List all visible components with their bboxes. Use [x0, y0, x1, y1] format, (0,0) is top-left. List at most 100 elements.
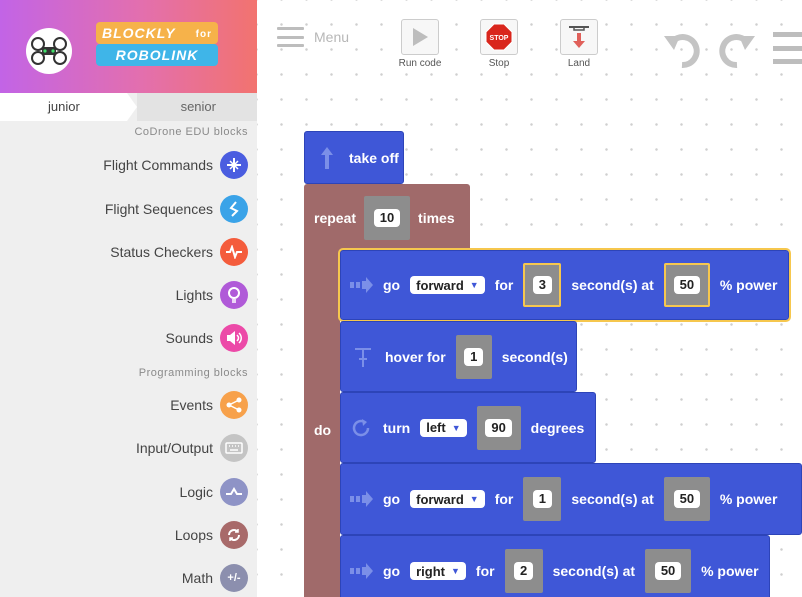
right-arrow-icon: [349, 559, 373, 583]
rotate-icon: [349, 416, 373, 440]
logo-for-text: for: [195, 29, 212, 40]
tab-senior[interactable]: senior: [137, 93, 257, 121]
category-flight-sequences[interactable]: Flight Sequences: [105, 194, 248, 224]
repeat-label: repeat: [314, 210, 357, 226]
redo-icon: [719, 34, 755, 68]
category-label: Sounds: [165, 330, 213, 346]
repeat-block[interactable]: repeat 10 times: [304, 184, 470, 254]
category-label: Status Checkers: [110, 244, 213, 260]
seconds-slot[interactable]: 3: [523, 263, 562, 307]
seconds-at-label: second(s) at: [552, 563, 636, 579]
category-label: Input/Output: [135, 440, 213, 456]
run-code-label: Run code: [398, 58, 442, 69]
land-button[interactable]: Land: [549, 19, 609, 69]
chevron-down-icon: ▼: [451, 566, 460, 576]
stop-sign-text: STOP: [490, 35, 509, 42]
redo-button[interactable]: [716, 28, 758, 70]
repeat-do-label: do: [314, 422, 332, 438]
turn-label: turn: [383, 419, 411, 436]
power-slot[interactable]: 50: [663, 263, 710, 307]
play-icon: [401, 19, 439, 55]
degrees-slot[interactable]: 90: [476, 405, 521, 450]
category-lights[interactable]: Lights: [176, 280, 248, 310]
repeat-times-label: times: [418, 210, 455, 226]
category-label: Loops: [174, 527, 213, 543]
menu-label: Menu: [314, 29, 350, 45]
category-loops[interactable]: Loops: [175, 520, 248, 550]
right-arrow-icon: [349, 487, 373, 511]
stop-button[interactable]: STOP Stop: [469, 19, 529, 69]
more-menu-button[interactable]: [773, 32, 802, 64]
drone-logo-icon: [26, 28, 72, 74]
sidebar: BLOCKLY for ROBOLINK senior junior CoDron…: [0, 0, 257, 597]
hover-block[interactable]: hover for 1 second(s): [340, 321, 577, 392]
seconds-slot[interactable]: 1: [523, 477, 562, 521]
power-label: % power: [719, 491, 778, 507]
land-icon: [560, 19, 598, 55]
direction-value: right: [416, 563, 445, 579]
power-value[interactable]: 50: [654, 562, 682, 580]
for-label: for: [475, 563, 495, 579]
direction-dropdown[interactable]: right ▼: [410, 562, 466, 580]
chevron-down-icon: ▼: [469, 280, 479, 290]
takeoff-block[interactable]: take off: [304, 131, 404, 184]
bulb-icon: [220, 281, 248, 309]
blockly-robolink-logo: BLOCKLY for ROBOLINK: [96, 22, 218, 70]
right-arrow-icon: [349, 273, 373, 297]
speaker-icon: [220, 324, 248, 352]
for-label: for: [494, 277, 514, 293]
go-block-1[interactable]: go forward ▼ for 3 second(s) at 50 % powe…: [338, 248, 791, 322]
seconds-value[interactable]: 3: [532, 276, 552, 294]
seconds-value[interactable]: 2: [513, 562, 534, 580]
go-block-2[interactable]: go forward ▼ for 1 second(s) at 50 % powe…: [340, 463, 802, 535]
section-title-codrone: CoDrone EDU blocks: [134, 126, 248, 138]
seconds-slot[interactable]: 2: [504, 549, 543, 593]
menu-button[interactable]: Menu: [277, 27, 349, 47]
category-events[interactable]: Events: [170, 390, 248, 420]
power-value[interactable]: 50: [673, 490, 701, 508]
workspace[interactable]: Menu Run code STOP Stop Land take off re…: [257, 0, 802, 597]
category-label: Events: [170, 397, 213, 413]
turn-direction-value: left: [426, 420, 446, 435]
repeat-count-slot[interactable]: 10: [364, 196, 411, 240]
category-status-checkers[interactable]: Status Checkers: [110, 237, 248, 267]
power-value[interactable]: 50: [673, 276, 701, 294]
stop-label: Stop: [488, 58, 510, 69]
turn-block[interactable]: turn left ▼ 90 degrees: [340, 392, 596, 463]
direction-dropdown[interactable]: forward ▼: [410, 276, 485, 294]
hover-seconds-value[interactable]: 1: [464, 347, 484, 366]
category-sounds[interactable]: Sounds: [166, 323, 248, 353]
category-label: Logic: [179, 484, 213, 500]
takeoff-label: take off: [349, 149, 399, 166]
undo-button[interactable]: [661, 28, 703, 70]
chevron-down-icon: ▼: [451, 422, 461, 433]
flight-commands-icon: [220, 151, 248, 179]
undo-icon: [664, 34, 700, 68]
seconds-value[interactable]: 1: [532, 490, 552, 508]
seconds-at-label: second(s) at: [571, 277, 654, 293]
power-slot[interactable]: 50: [663, 477, 710, 521]
power-label: % power: [719, 277, 778, 293]
run-code-button[interactable]: Run code: [390, 19, 450, 69]
loop-icon: [220, 521, 248, 549]
direction-value: forward: [416, 277, 464, 293]
section-title-programming: Programming blocks: [138, 367, 248, 379]
category-input-output[interactable]: Input/Output: [136, 433, 248, 463]
direction-dropdown[interactable]: forward ▼: [410, 490, 485, 508]
category-flight-commands[interactable]: Flight Commands: [103, 150, 248, 180]
flight-sequences-icon: [220, 195, 248, 223]
pulse-icon: [220, 238, 248, 266]
tab-junior[interactable]: junior: [0, 93, 137, 121]
direction-value: forward: [416, 491, 464, 507]
category-math[interactable]: Math +/-: [182, 563, 248, 593]
repeat-count-value[interactable]: 10: [373, 209, 401, 227]
degrees-value[interactable]: 90: [485, 418, 512, 437]
turn-direction-dropdown[interactable]: left ▼: [420, 418, 467, 437]
hover-seconds-slot[interactable]: 1: [455, 334, 492, 379]
go-block-3[interactable]: go right ▼ for 2 second(s) at 50 % power: [340, 535, 770, 597]
seconds-at-label: second(s) at: [571, 491, 654, 507]
power-label: % power: [701, 563, 759, 579]
category-label: Flight Commands: [103, 157, 213, 173]
power-slot[interactable]: 50: [645, 549, 692, 593]
category-logic[interactable]: Logic: [180, 477, 248, 507]
